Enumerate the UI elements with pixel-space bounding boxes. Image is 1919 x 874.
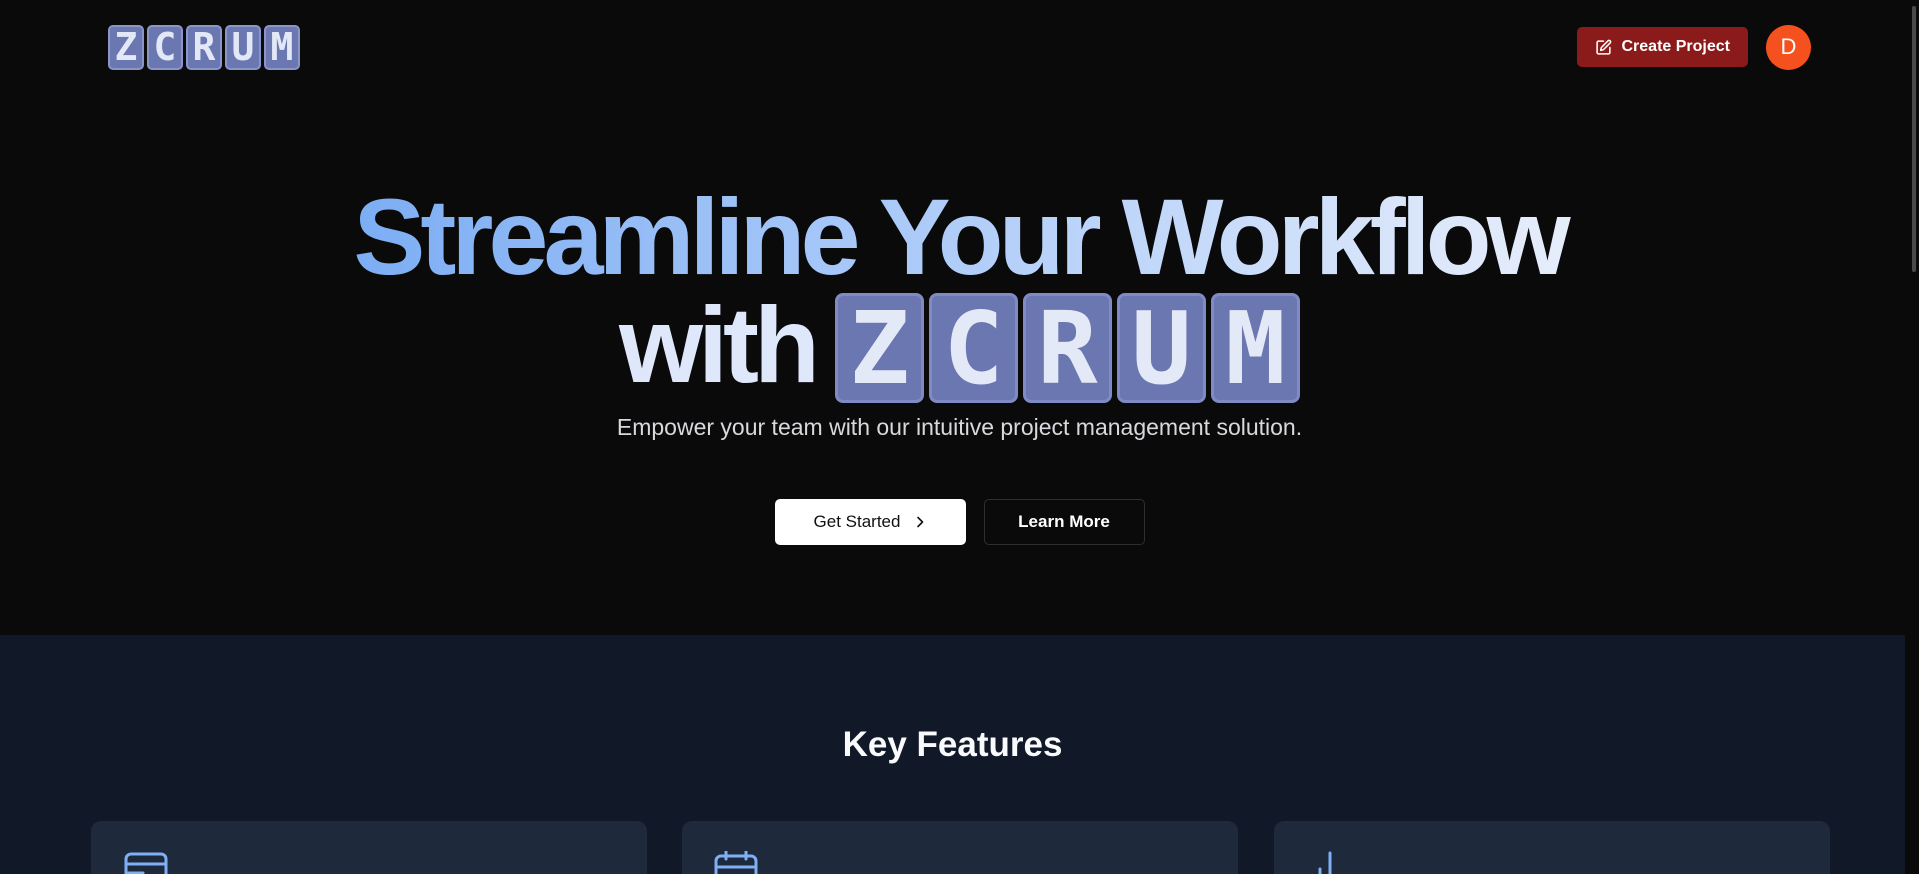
kanban-board-icon: [123, 851, 169, 874]
hero-title: Streamline Your Workflow: [0, 183, 1919, 291]
scrollbar-thumb[interactable]: [1912, 6, 1916, 272]
pen-square-icon: [1595, 39, 1612, 56]
logo-tile: C: [147, 24, 183, 70]
zcrum-logo[interactable]: Z C R U M: [108, 24, 300, 70]
header: Z C R U M Create Project D: [0, 0, 1919, 94]
page-scrollbar[interactable]: [1905, 0, 1919, 874]
hero-zcrum-logo: Z C R U M: [834, 290, 1300, 407]
logo-tile: R: [186, 24, 222, 70]
hero-logo-tile: C: [928, 290, 1018, 407]
feature-card[interactable]: [682, 821, 1238, 874]
learn-more-button[interactable]: Learn More: [983, 499, 1145, 545]
chevron-right-icon: [914, 516, 926, 528]
hero-logo-tile: Z: [834, 290, 924, 407]
hero-logo-tile: R: [1022, 290, 1112, 407]
hero-with-text: with: [619, 284, 820, 405]
hero-logo-tile: U: [1116, 290, 1206, 407]
feature-card[interactable]: [91, 821, 647, 874]
hero-buttons: Get Started Learn More: [0, 499, 1919, 545]
bar-chart-icon: [1306, 851, 1352, 874]
hero-subtitle: Empower your team with our intuitive pro…: [616, 414, 1303, 440]
calendar-icon: [714, 849, 760, 874]
logo-tile: M: [264, 24, 300, 70]
landing-page: Z C R U M Create Project D Streamline Yo…: [0, 0, 1919, 874]
logo-tile: Z: [108, 24, 144, 70]
features-title: Key Features: [842, 725, 1063, 764]
features-section: Key Features: [0, 635, 1905, 874]
user-avatar[interactable]: D: [1766, 24, 1811, 70]
hero-title-line2: with Z C R U M: [0, 284, 1919, 407]
hero-logo-tile: M: [1210, 290, 1300, 407]
create-project-button[interactable]: Create Project: [1576, 27, 1748, 67]
create-project-label: Create Project: [1621, 38, 1731, 55]
header-actions: Create Project D: [1576, 24, 1811, 70]
get-started-label: Get Started: [813, 512, 901, 531]
feature-card[interactable]: [1274, 821, 1830, 874]
get-started-button[interactable]: Get Started: [774, 499, 966, 545]
logo-tile: U: [225, 24, 261, 70]
